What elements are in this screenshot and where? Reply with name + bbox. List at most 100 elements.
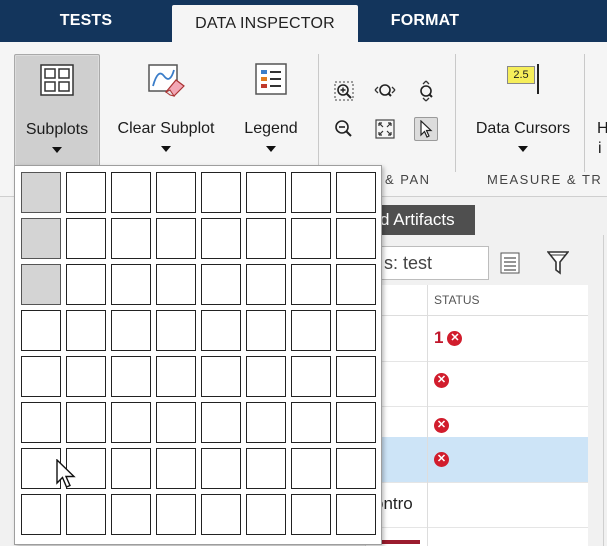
subplot-grid-cell[interactable] bbox=[21, 218, 61, 259]
subplot-grid-cell[interactable] bbox=[336, 356, 376, 397]
subplot-grid-cell[interactable] bbox=[111, 402, 151, 443]
subplot-grid-cell[interactable] bbox=[111, 448, 151, 489]
subplot-grid-cell[interactable] bbox=[66, 172, 106, 213]
subplot-grid-cell[interactable] bbox=[156, 402, 196, 443]
subplot-grid-cell[interactable] bbox=[201, 264, 241, 305]
table-row[interactable]: ✕ bbox=[366, 361, 588, 407]
subplot-grid-cell[interactable] bbox=[246, 402, 286, 443]
eraser-icon bbox=[146, 62, 186, 103]
fit-to-view-icon[interactable] bbox=[374, 118, 396, 140]
subplot-grid-cell[interactable] bbox=[201, 310, 241, 351]
subplot-grid-cell[interactable] bbox=[21, 402, 61, 443]
ribbon-separator bbox=[584, 54, 585, 172]
subplot-grid-cell[interactable] bbox=[111, 494, 151, 535]
subplot-grid-cell[interactable] bbox=[156, 264, 196, 305]
subplot-grid-cell[interactable] bbox=[201, 448, 241, 489]
list-view-icon[interactable] bbox=[500, 252, 520, 279]
subplot-grid-cell[interactable] bbox=[66, 264, 106, 305]
subplot-grid-cell[interactable] bbox=[111, 172, 151, 213]
subplot-grid-cell[interactable] bbox=[336, 402, 376, 443]
subplot-grid-cell[interactable] bbox=[291, 402, 331, 443]
zoom-pan-group-label: & PAN bbox=[385, 172, 431, 187]
table-row[interactable]: ontro bbox=[366, 482, 588, 528]
chevron-down-icon bbox=[161, 146, 171, 152]
subplot-grid-cell[interactable] bbox=[246, 356, 286, 397]
legend-icon bbox=[254, 62, 288, 101]
subplot-grid-cell[interactable] bbox=[156, 218, 196, 259]
zoom-y-icon[interactable] bbox=[415, 80, 437, 102]
subplot-grid-cell[interactable] bbox=[66, 310, 106, 351]
clear-subplot-button[interactable]: Clear Subplot bbox=[108, 54, 224, 166]
failed-icon: ✕ bbox=[434, 418, 449, 433]
subplot-grid-cell[interactable] bbox=[66, 356, 106, 397]
status-cell: 1 ✕ bbox=[434, 328, 463, 348]
tab-format[interactable]: FORMAT bbox=[358, 0, 492, 42]
data-cursors-label: Data Cursors bbox=[475, 120, 571, 137]
subplot-grid-cell[interactable] bbox=[336, 218, 376, 259]
subplot-grid-cell[interactable] bbox=[21, 310, 61, 351]
artifacts-tab[interactable]: d Artifacts bbox=[370, 205, 475, 235]
filter-icon[interactable] bbox=[546, 250, 570, 281]
subplot-grid-cell[interactable] bbox=[291, 264, 331, 305]
subplot-layout-popup bbox=[14, 165, 382, 545]
subplot-grid-cell[interactable] bbox=[66, 494, 106, 535]
subplot-grid-cell[interactable] bbox=[21, 356, 61, 397]
subplot-grid-cell[interactable] bbox=[201, 172, 241, 213]
subplot-grid-cell[interactable] bbox=[291, 494, 331, 535]
subplot-grid-cell[interactable] bbox=[66, 402, 106, 443]
subplot-grid-cell[interactable] bbox=[336, 494, 376, 535]
subplot-grid-cell[interactable] bbox=[156, 494, 196, 535]
subplot-grid-cell[interactable] bbox=[21, 172, 61, 213]
zoom-out-icon[interactable] bbox=[333, 118, 355, 140]
subplot-grid-cell[interactable] bbox=[291, 356, 331, 397]
subplot-grid-cell[interactable] bbox=[291, 218, 331, 259]
subplot-grid-cell[interactable] bbox=[111, 218, 151, 259]
tab-tests[interactable]: TESTS bbox=[0, 0, 172, 42]
subplot-grid-cell[interactable] bbox=[336, 310, 376, 351]
subplot-grid-cell[interactable] bbox=[336, 448, 376, 489]
subplot-grid-cell[interactable] bbox=[291, 448, 331, 489]
table-row-selected[interactable]: ✕ bbox=[366, 437, 588, 483]
subplot-grid-cell[interactable] bbox=[336, 172, 376, 213]
subplot-grid-cell[interactable] bbox=[246, 310, 286, 351]
ribbon-separator bbox=[455, 54, 456, 172]
subplot-grid-cell[interactable] bbox=[156, 448, 196, 489]
legend-button[interactable]: Legend bbox=[232, 54, 310, 166]
subplot-grid-cell[interactable] bbox=[111, 356, 151, 397]
status-column-header[interactable]: STATUS bbox=[434, 293, 480, 307]
tab-data-inspector[interactable]: DATA INSPECTOR bbox=[172, 5, 358, 42]
subplot-grid-cell[interactable] bbox=[66, 218, 106, 259]
filter-input[interactable]: s: test bbox=[365, 246, 489, 280]
results-table: STATUS 1 ✕ ✕ ✕ ✕ ontro bbox=[365, 285, 588, 546]
subplot-grid-cell[interactable] bbox=[156, 310, 196, 351]
subplot-grid-cell[interactable] bbox=[21, 494, 61, 535]
subplot-grid-cell[interactable] bbox=[246, 494, 286, 535]
subplot-grid-cell[interactable] bbox=[291, 310, 331, 351]
table-row[interactable]: 1 ✕ bbox=[366, 316, 588, 362]
zoom-in-box-icon[interactable] bbox=[333, 80, 355, 102]
data-cursors-button[interactable]: 2.5 Data Cursors bbox=[466, 54, 580, 166]
subplot-grid-cell[interactable] bbox=[201, 402, 241, 443]
subplot-grid-cell[interactable] bbox=[246, 448, 286, 489]
subplot-grid-cell[interactable] bbox=[156, 172, 196, 213]
subplot-grid-cell[interactable] bbox=[246, 172, 286, 213]
subplot-grid-cell[interactable] bbox=[111, 264, 151, 305]
pointer-select-icon[interactable] bbox=[414, 117, 438, 141]
subplot-grid-cell[interactable] bbox=[246, 218, 286, 259]
toolstrip-tab-bar: TESTS DATA INSPECTOR FORMAT bbox=[0, 0, 607, 42]
subplot-grid-cell[interactable] bbox=[201, 356, 241, 397]
subplot-grid-cell[interactable] bbox=[336, 264, 376, 305]
subplot-grid-cell[interactable] bbox=[246, 264, 286, 305]
zoom-x-icon[interactable] bbox=[374, 80, 396, 102]
subplot-grid-cell[interactable] bbox=[111, 310, 151, 351]
subplot-grid-cell[interactable] bbox=[291, 172, 331, 213]
subplots-button[interactable]: Subplots bbox=[14, 54, 100, 168]
chevron-down-icon bbox=[52, 147, 62, 153]
subplot-grid-cell[interactable] bbox=[156, 356, 196, 397]
legend-label: Legend bbox=[244, 120, 298, 137]
table-header: STATUS bbox=[366, 285, 588, 316]
subplot-grid-cell[interactable] bbox=[201, 218, 241, 259]
subplot-grid-cell[interactable] bbox=[21, 264, 61, 305]
cutoff-button-label: H bbox=[597, 120, 607, 137]
subplot-grid-cell[interactable] bbox=[201, 494, 241, 535]
